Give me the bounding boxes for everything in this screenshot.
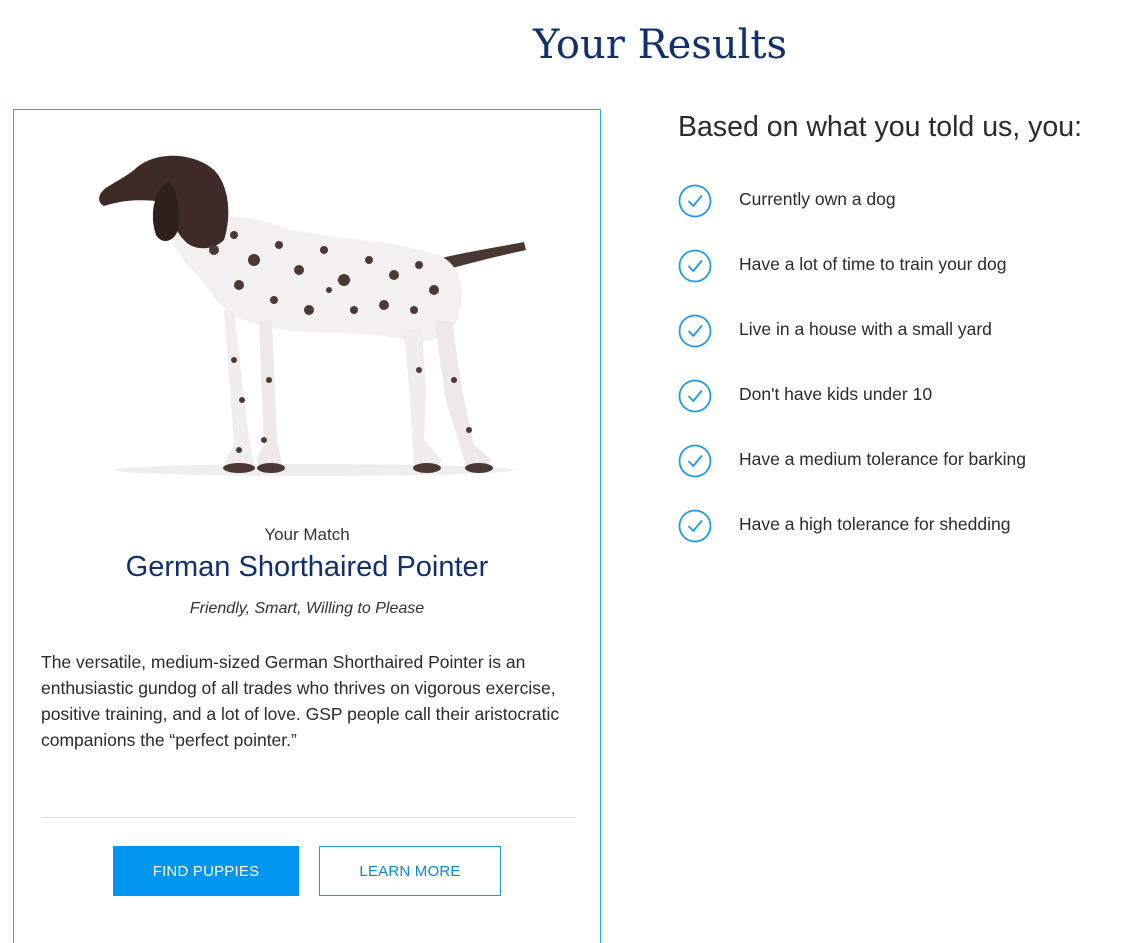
card-divider (41, 817, 576, 818)
criteria-list: Currently own a dog Have a lot of time t… (678, 184, 1132, 574)
criteria-text: Don't have kids under 10 (739, 384, 933, 404)
criteria-text: Have a medium tolerance for barking (739, 449, 1026, 469)
page-title: Your Results (532, 22, 788, 68)
dog-photo (99, 155, 526, 476)
breed-traits: Friendly, Smart, Willing to Please (189, 600, 425, 617)
criteria-text: Currently own a dog (739, 189, 896, 209)
check-circle-icon (678, 184, 712, 218)
criteria-item: Live in a house with a small yard (678, 314, 1132, 379)
find-puppies-button[interactable]: FIND PUPPIES (113, 846, 299, 896)
criteria-text: Have a lot of time to train your dog (739, 254, 1007, 274)
criteria-panel: Based on what you told us, you: Currentl… (678, 111, 1132, 543)
match-card: Your Match German Shorthaired Pointer Fr… (13, 109, 601, 943)
criteria-item: Have a lot of time to train your dog (678, 249, 1132, 314)
criteria-heading: Based on what you told us, you: (678, 111, 1083, 143)
check-circle-icon (678, 444, 712, 478)
criteria-item: Don't have kids under 10 (678, 379, 1132, 444)
criteria-item: Currently own a dog (678, 184, 1132, 249)
check-circle-icon (678, 509, 712, 543)
criteria-item: Have a high tolerance for shedding (678, 509, 1132, 574)
check-circle-icon (678, 249, 712, 283)
criteria-text: Have a high tolerance for shedding (739, 514, 1011, 534)
criteria-item: Have a medium tolerance for barking (678, 444, 1132, 509)
check-circle-icon (678, 314, 712, 348)
breed-description: The versatile, medium-sized German Short… (41, 652, 560, 750)
criteria-text: Live in a house with a small yard (739, 319, 992, 339)
learn-more-button[interactable]: LEARN MORE (319, 846, 501, 896)
breed-name: German Shorthaired Pointer (125, 551, 489, 583)
check-circle-icon (678, 379, 712, 413)
match-label: Your Match (264, 525, 350, 544)
